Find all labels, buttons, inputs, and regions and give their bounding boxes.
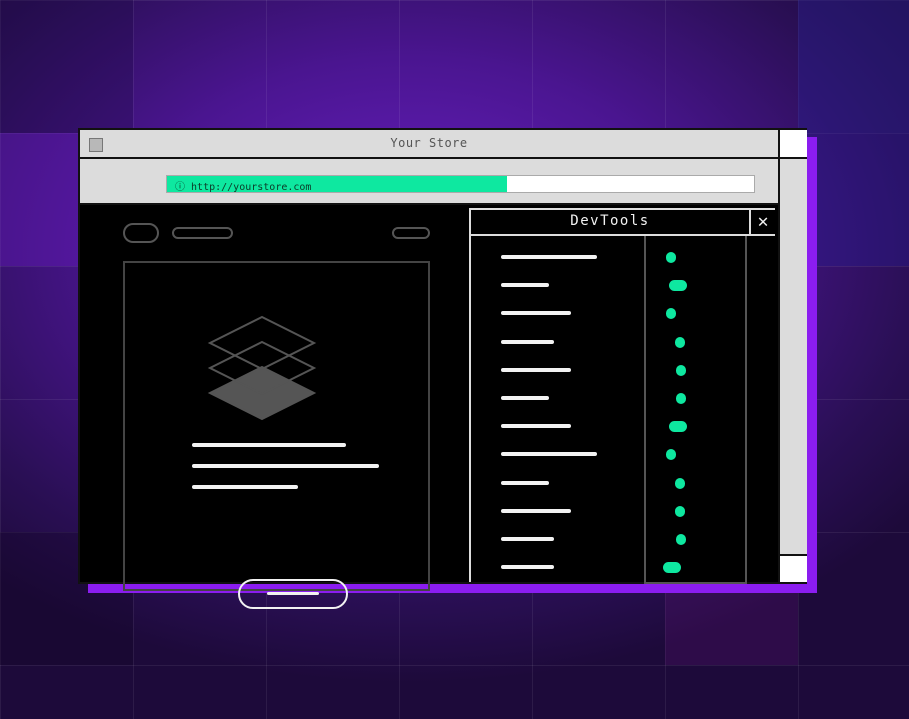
title-bar: Your Store <box>80 130 778 159</box>
nav-link-placeholder[interactable] <box>172 227 233 239</box>
devtools-header: DevTools ✕ <box>471 210 775 236</box>
devtools-status-dot <box>675 477 685 489</box>
devtools-panel: DevTools ✕ <box>469 208 775 584</box>
devtools-status-dot <box>669 421 687 433</box>
url-text: http://yourstore.com <box>191 182 312 193</box>
devtools-status-dot <box>669 280 687 292</box>
devtools-log-line <box>501 283 549 288</box>
devtools-status-dot <box>676 393 686 404</box>
scroll-up-button[interactable] <box>780 130 807 159</box>
product-price-line <box>192 485 298 489</box>
devtools-log-line <box>501 537 554 541</box>
close-x-icon[interactable]: ✕ <box>749 210 775 234</box>
devtools-log-line <box>501 367 571 372</box>
devtools-status-dot <box>675 505 685 517</box>
devtools-status-dot <box>676 364 686 376</box>
devtools-status-column <box>644 236 747 584</box>
devtools-log-line <box>501 508 571 513</box>
add-to-cart-button[interactable] <box>238 579 348 609</box>
scrollbar[interactable] <box>778 130 807 582</box>
devtools-log-line <box>501 255 597 259</box>
product-card <box>123 261 430 609</box>
menu-placeholder[interactable] <box>392 227 430 239</box>
store-page <box>80 205 470 609</box>
devtools-log-line <box>501 480 549 485</box>
info-circle-icon: ⓘ <box>175 182 185 193</box>
devtools-status-dot <box>663 562 681 574</box>
layers-icon <box>207 315 317 421</box>
address-bar: ⓘ http://yourstore.com <box>80 159 778 205</box>
window-title: Your Store <box>390 136 468 150</box>
devtools-log-line <box>501 565 554 570</box>
url-input[interactable]: ⓘ http://yourstore.com <box>166 175 755 193</box>
scroll-down-button[interactable] <box>780 554 807 582</box>
devtools-status-dot <box>676 534 686 545</box>
devtools-status-dot <box>666 252 676 263</box>
devtools-status-dot <box>675 336 685 348</box>
devtools-log-line <box>501 311 571 316</box>
logo-placeholder[interactable] <box>123 223 159 243</box>
devtools-log-line <box>501 339 554 344</box>
devtools-title: DevTools <box>570 213 650 229</box>
product-title-line <box>192 443 346 447</box>
devtools-log-line <box>501 396 549 400</box>
devtools-log-line <box>501 424 571 429</box>
product-desc-line <box>192 464 379 468</box>
devtools-log-line <box>501 452 597 457</box>
browser-window: Your Store ⓘ http://yourstore.com DevToo… <box>78 128 807 609</box>
